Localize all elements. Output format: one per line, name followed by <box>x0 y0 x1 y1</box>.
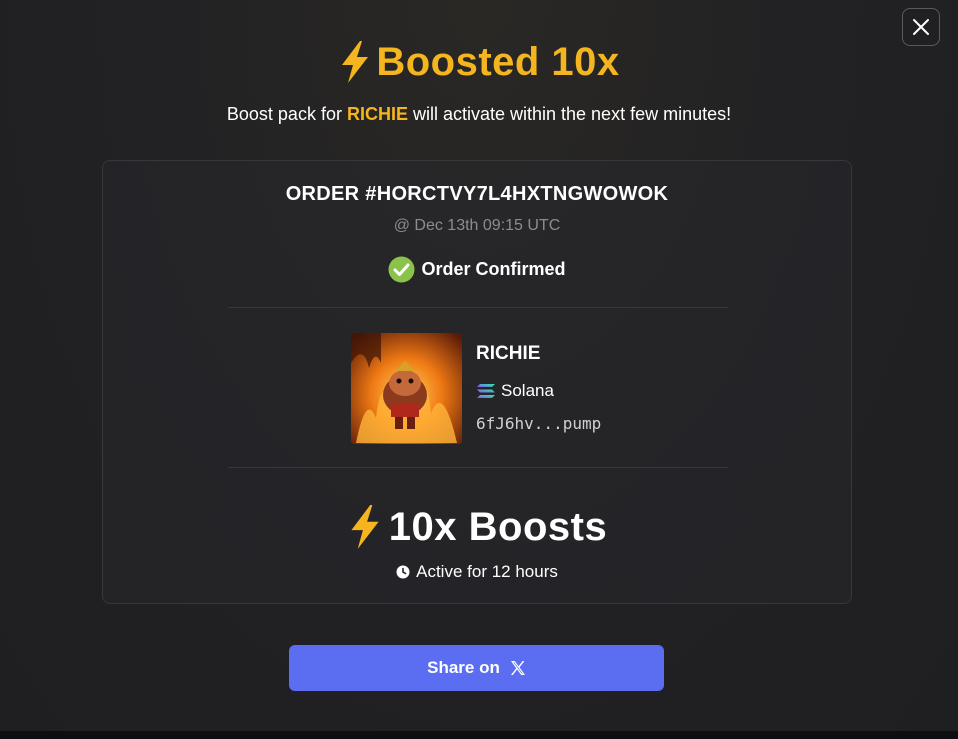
subtitle-suffix: will activate within the next few minute… <box>407 104 732 124</box>
status-text: Order Confirmed <box>421 258 566 279</box>
page-background-strip <box>0 731 958 739</box>
boost-confirmation-modal: Boosted 10x Boost pack for RICHIE will a… <box>0 0 958 731</box>
divider <box>228 307 728 308</box>
subtitle: Boost pack for RICHIE will activate with… <box>0 104 958 125</box>
order-card: ORDER #HORCTVY7L4HXTNGWOWOK @ Dec 13th 0… <box>102 160 852 604</box>
check-circle-icon <box>388 256 415 282</box>
share-label: Share on <box>427 658 500 677</box>
boost-duration: Active for 12 hours <box>103 560 851 584</box>
boost-amount: 10x Boosts <box>103 499 851 555</box>
order-id: ORDER #HORCTVY7L4HXTNGWOWOK <box>285 183 669 205</box>
token-chain: Solana <box>476 380 554 402</box>
lightning-bolt-icon <box>351 505 379 549</box>
order-time: @ Dec 13th 09:15 UTC <box>393 217 561 234</box>
boost-text: 10x Boosts <box>388 504 608 549</box>
subtitle-prefix: Boost pack for <box>226 104 347 124</box>
token-avatar <box>351 333 462 444</box>
x-logo-icon <box>510 661 525 675</box>
divider <box>228 467 728 468</box>
share-on-x-button[interactable]: Share on <box>289 645 664 691</box>
chain-name: Solana <box>501 381 554 400</box>
close-icon <box>913 19 929 35</box>
subtitle-token-name: RICHIE <box>346 104 408 124</box>
duration-text: Active for 12 hours <box>416 562 558 581</box>
token-name: RICHIE <box>476 343 541 364</box>
modal-title: Boosted 10x <box>0 36 958 88</box>
lightning-bolt-icon <box>342 41 369 83</box>
order-status: Order Confirmed <box>103 254 851 284</box>
title-text: Boosted 10x <box>376 39 620 84</box>
solana-icon <box>477 384 495 398</box>
clock-icon <box>396 565 410 579</box>
token-address[interactable]: 6fJ6hv...pump <box>476 414 601 433</box>
